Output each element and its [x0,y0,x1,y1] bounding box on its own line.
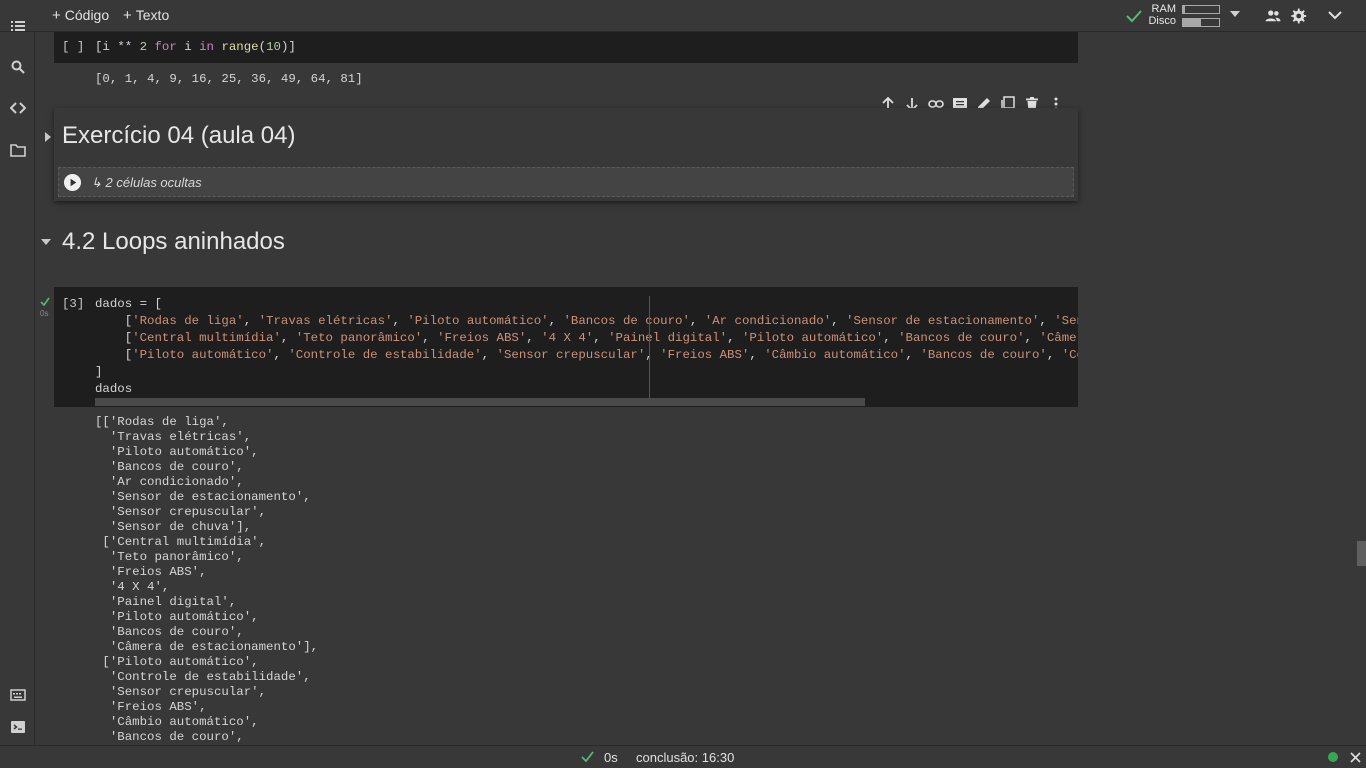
output-line: 'Sensor de estacionamento', [95,490,311,504]
code-line[interactable]: ['Central multimídia', 'Teto panorâmico'… [95,331,1078,345]
table-of-contents-icon[interactable] [10,18,26,34]
cell-output: [0, 1, 4, 9, 16, 25, 36, 49, 64, 81] [95,72,363,86]
command-palette-icon[interactable] [10,687,26,703]
output-line: 'Freios ABS', [95,700,207,714]
output-line: 'Sensor de chuva'], [95,520,252,534]
status-bar: 0s conclusão: 16:30 [0,745,1366,768]
output-line: ['Central multimídia', [95,535,267,549]
output-line: 'Teto panorâmico', [95,550,244,564]
left-sidebar [0,21,35,745]
notebook: [ ] [i ** 2 for i in range(10)] [0, 1, 4… [36,32,1352,745]
add-code-button[interactable]: + Código [52,7,109,24]
section-heading: 4.2 Loops aninhados [62,228,285,255]
text-cursor [649,296,650,406]
plus-icon: + [123,7,132,24]
plus-icon: + [52,7,61,24]
output-line: [['Rodas de liga', [95,415,229,429]
vertical-scrollbar-thumb[interactable] [1357,541,1366,566]
close-icon[interactable] [1350,752,1361,763]
disk-label: Disco [1148,15,1176,27]
horizontal-scrollbar[interactable] [95,398,865,406]
execution-duration: 0s [604,750,618,765]
output-line: '4 X 4', [95,580,170,594]
people-icon[interactable] [1264,7,1282,25]
ram-label: RAM [1151,3,1176,15]
output-line: 'Travas elétricas', [95,430,252,444]
ram-meter-fill [1183,6,1185,13]
output-line: 'Controle de estabilidade', [95,670,311,684]
chevron-down-icon[interactable] [1328,10,1342,20]
folder-icon[interactable] [10,142,26,158]
code-line[interactable]: dados = [ [95,297,162,311]
execution-time: 0s [40,309,49,318]
output-line: 'Piloto automático', [95,445,259,459]
check-icon [1126,10,1142,23]
resource-labels: RAM Disco [1148,3,1176,27]
run-cell-button[interactable]: [ ] [62,40,84,54]
hidden-cells-bar[interactable]: ↳ 2 células ocultas [58,167,1074,197]
completion-time: conclusão: 16:30 [636,750,735,765]
ram-meter [1182,5,1220,14]
check-icon [581,751,594,762]
output-line: 'Bancos de couro', [95,730,244,744]
add-code-label: Código [64,7,110,23]
code-line[interactable]: [i ** 2 for i in range(10)] [95,40,296,54]
search-icon[interactable] [10,59,26,75]
top-toolbar: + Código + Texto RAM Disco [0,0,1366,32]
code-line[interactable]: ] [95,365,102,379]
subdirectory-arrow-icon: ↳ [91,175,106,190]
output-line: 'Freios ABS', [95,565,207,579]
output-line: 'Câmbio automático', [95,715,259,729]
output-line: ['Piloto automático', [95,655,259,669]
resource-monitor[interactable]: RAM Disco [1126,3,1246,29]
output-line: 'Câmera de estacionamento'], [95,640,319,654]
output-line: 'Painel digital', [95,595,237,609]
section-heading: Exercício 04 (aula 04) [62,122,296,149]
caret-down-icon[interactable] [1230,11,1240,17]
code-cell[interactable]: [3] dados = [ ['Rodas de liga', 'Travas … [54,287,1078,407]
play-icon[interactable] [63,173,82,192]
terminal-icon[interactable] [10,719,26,735]
check-icon [40,297,50,306]
output-line: 'Bancos de couro', [95,460,244,474]
output-line: 'Sensor crepuscular', [95,685,267,699]
add-text-label: Texto [135,7,170,23]
disk-meter-fill [1183,19,1201,26]
disk-meter [1182,18,1220,27]
connection-status-dot [1328,752,1338,762]
code-cell[interactable]: [ ] [i ** 2 for i in range(10)] [54,32,1078,63]
hidden-cells-label: ↳ 2 células ocultas [91,175,202,191]
output-line: 'Bancos de couro', [95,625,244,639]
run-cell-button[interactable]: [3] [62,297,84,311]
code-snippets-icon[interactable] [10,100,26,116]
code-line[interactable]: ['Piloto automático', 'Controle de estab… [95,348,1078,362]
hidden-cells-text: 2 células ocultas [105,175,202,190]
code-line[interactable]: ['Rodas de liga', 'Travas elétricas', 'P… [95,314,1078,328]
caret-right-icon[interactable] [45,132,51,142]
gear-icon[interactable] [1289,7,1307,25]
caret-down-icon[interactable] [41,239,51,245]
output-line: 'Piloto automático', [95,610,259,624]
output-line: 'Ar condicionado', [95,475,244,489]
text-cell-section[interactable]: Exercício 04 (aula 04) ↳ 2 células ocult… [45,108,1078,201]
output-line: 'Sensor crepuscular', [95,505,267,519]
code-line[interactable]: dados [95,382,132,396]
add-text-button[interactable]: + Texto [123,7,169,24]
